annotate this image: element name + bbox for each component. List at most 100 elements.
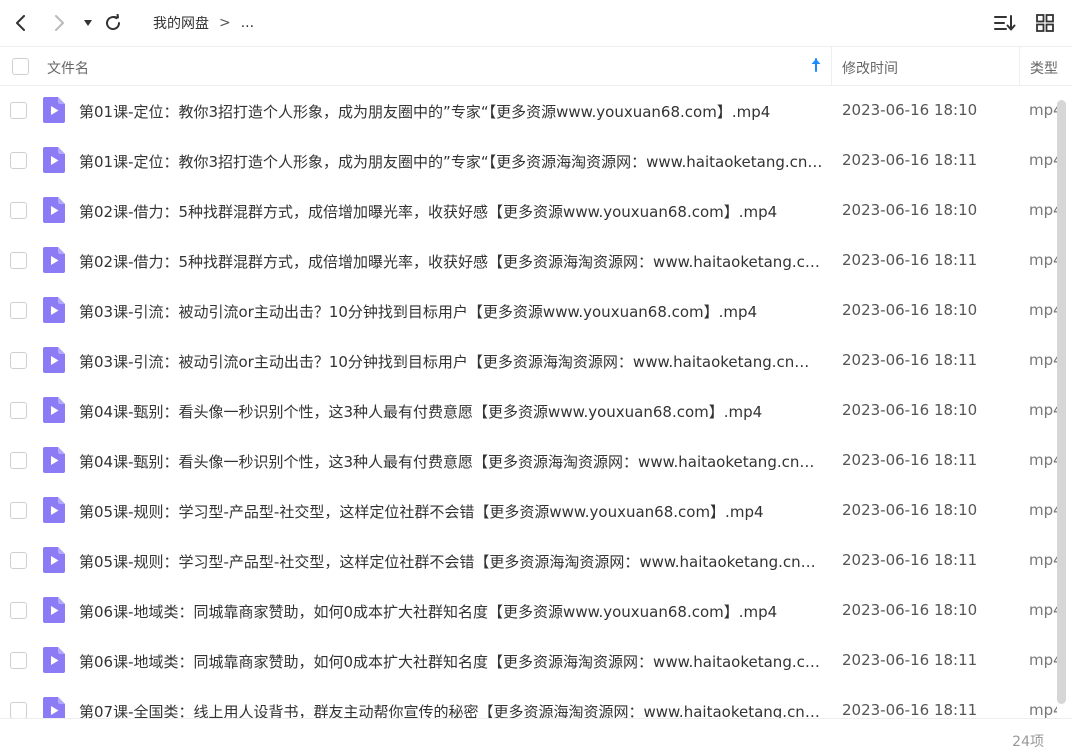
chevron-left-icon — [16, 15, 25, 31]
sort-list-icon — [994, 15, 1016, 31]
history-dropdown-button[interactable] — [77, 12, 99, 34]
row-checkbox[interactable] — [10, 402, 27, 419]
video-file-icon — [43, 297, 65, 327]
view-controls — [994, 12, 1056, 34]
file-row[interactable]: 第02课-借力：5种找群混群方式，成倍增加曝光率，收获好感【更多资源海淘资源网：… — [0, 236, 1072, 286]
file-name[interactable]: 第04课-甄别：看头像一秒识别个性，这3种人最有付费意愿【更多资源www.you… — [79, 401, 823, 422]
file-name[interactable]: 第04课-甄别：看头像一秒识别个性，这3种人最有付费意愿【更多资源海淘资源网：w… — [79, 451, 823, 472]
forward-button[interactable] — [48, 12, 70, 34]
file-row[interactable]: 第04课-甄别：看头像一秒识别个性，这3种人最有付费意愿【更多资源www.you… — [0, 386, 1072, 436]
video-file-icon — [43, 447, 65, 477]
file-modified-time: 2023-06-16 18:11 — [842, 651, 978, 669]
file-name[interactable]: 第07课-全国类：线上用人设背书，群友主动帮你宣传的秘密【更多资源海淘资源网：w… — [79, 701, 823, 718]
file-modified-time: 2023-06-16 18:10 — [842, 401, 978, 419]
row-checkbox[interactable] — [10, 602, 27, 619]
video-file-icon — [43, 697, 65, 718]
file-name[interactable]: 第06课-地域类：同城靠商家赞助，如何0成本扩大社群知名度【更多资源海淘资源网：… — [79, 651, 823, 672]
file-name[interactable]: 第05课-规则：学习型-产品型-社交型，这样定位社群不会错【更多资源www.yo… — [79, 501, 823, 522]
column-type-header[interactable]: 类型 — [1030, 58, 1058, 78]
file-row[interactable]: 第03课-引流：被动引流or主动出击？10分钟找到目标用户【更多资源海淘资源网：… — [0, 336, 1072, 386]
breadcrumb-separator: > — [219, 15, 231, 31]
row-checkbox[interactable] — [10, 652, 27, 669]
file-name[interactable]: 第02课-借力：5种找群混群方式，成倍增加曝光率，收获好感【更多资源www.yo… — [79, 201, 823, 222]
grid-view-button[interactable] — [1034, 12, 1056, 34]
file-modified-time: 2023-06-16 18:11 — [842, 351, 978, 369]
toolbar: 我的网盘 > ... — [0, 0, 1072, 46]
video-file-icon — [43, 597, 65, 627]
video-file-icon — [43, 497, 65, 527]
file-modified-time: 2023-06-16 18:11 — [842, 151, 978, 169]
video-file-icon — [43, 547, 65, 577]
row-checkbox[interactable] — [10, 502, 27, 519]
select-all-checkbox[interactable] — [12, 58, 29, 75]
video-file-icon — [43, 147, 65, 177]
video-file-icon — [43, 347, 65, 377]
row-checkbox[interactable] — [10, 102, 27, 119]
row-checkbox[interactable] — [10, 152, 27, 169]
file-modified-time: 2023-06-16 18:10 — [842, 301, 978, 319]
file-row[interactable]: 第07课-全国类：线上用人设背书，群友主动帮你宣传的秘密【更多资源海淘资源网：w… — [0, 686, 1072, 718]
breadcrumb: 我的网盘 > ... — [153, 13, 254, 33]
file-modified-time: 2023-06-16 18:10 — [842, 201, 978, 219]
vertical-scrollbar[interactable] — [1056, 100, 1068, 704]
file-type: mp4 — [1029, 401, 1057, 419]
row-checkbox[interactable] — [10, 252, 27, 269]
column-time-header[interactable]: 修改时间 — [842, 58, 898, 78]
item-count: 24项 — [1012, 734, 1044, 750]
status-bar: 24项 — [0, 718, 1072, 754]
sort-button[interactable] — [994, 12, 1016, 34]
file-row[interactable]: 第06课-地域类：同城靠商家赞助，如何0成本扩大社群知名度【更多资源www.yo… — [0, 586, 1072, 636]
file-name[interactable]: 第05课-规则：学习型-产品型-社交型，这样定位社群不会错【更多资源海淘资源网：… — [79, 551, 823, 572]
row-checkbox[interactable] — [10, 702, 27, 718]
file-modified-time: 2023-06-16 18:11 — [842, 701, 978, 718]
file-row[interactable]: 第01课-定位：教你3招打造个人形象，成为朋友圈中的”专家“【更多资源www.y… — [0, 86, 1072, 136]
file-type: mp4 — [1029, 551, 1057, 569]
file-type: mp4 — [1029, 151, 1057, 169]
file-modified-time: 2023-06-16 18:10 — [842, 501, 978, 519]
sort-ascending-icon[interactable] — [810, 57, 822, 77]
column-divider[interactable] — [831, 47, 832, 85]
caret-down-icon — [84, 20, 92, 26]
file-name[interactable]: 第06课-地域类：同城靠商家赞助，如何0成本扩大社群知名度【更多资源www.yo… — [79, 601, 823, 622]
column-divider[interactable] — [1019, 47, 1020, 85]
row-checkbox[interactable] — [10, 552, 27, 569]
scrollbar-thumb[interactable] — [1057, 100, 1066, 704]
file-row[interactable]: 第06课-地域类：同城靠商家赞助，如何0成本扩大社群知名度【更多资源海淘资源网：… — [0, 636, 1072, 686]
file-type: mp4 — [1029, 451, 1057, 469]
file-type: mp4 — [1029, 101, 1057, 119]
file-row[interactable]: 第05课-规则：学习型-产品型-社交型，这样定位社群不会错【更多资源www.yo… — [0, 486, 1072, 536]
file-list: 第01课-定位：教你3招打造个人形象，成为朋友圈中的”专家“【更多资源www.y… — [0, 86, 1072, 718]
back-button[interactable] — [10, 12, 32, 34]
file-type: mp4 — [1029, 201, 1057, 219]
file-row[interactable]: 第01课-定位：教你3招打造个人形象，成为朋友圈中的”专家“【更多资源海淘资源网… — [0, 136, 1072, 186]
row-checkbox[interactable] — [10, 202, 27, 219]
file-name[interactable]: 第01课-定位：教你3招打造个人形象，成为朋友圈中的”专家“【更多资源海淘资源网… — [79, 151, 823, 172]
row-checkbox[interactable] — [10, 352, 27, 369]
file-type: mp4 — [1029, 351, 1057, 369]
file-row[interactable]: 第05课-规则：学习型-产品型-社交型，这样定位社群不会错【更多资源海淘资源网：… — [0, 536, 1072, 586]
file-name[interactable]: 第03课-引流：被动引流or主动出击？10分钟找到目标用户【更多资源海淘资源网：… — [79, 351, 823, 372]
column-name-header[interactable]: 文件名 — [47, 58, 89, 78]
file-modified-time: 2023-06-16 18:11 — [842, 251, 978, 269]
file-modified-time: 2023-06-16 18:11 — [842, 451, 978, 469]
file-type: mp4 — [1029, 601, 1057, 619]
refresh-button[interactable] — [102, 12, 124, 34]
file-row[interactable]: 第04课-甄别：看头像一秒识别个性，这3种人最有付费意愿【更多资源海淘资源网：w… — [0, 436, 1072, 486]
video-file-icon — [43, 647, 65, 677]
row-checkbox[interactable] — [10, 302, 27, 319]
video-file-icon — [43, 197, 65, 227]
file-row[interactable]: 第03课-引流：被动引流or主动出击？10分钟找到目标用户【更多资源www.yo… — [0, 286, 1072, 336]
file-type: mp4 — [1029, 651, 1057, 669]
file-type: mp4 — [1029, 251, 1057, 269]
file-modified-time: 2023-06-16 18:11 — [842, 551, 978, 569]
file-modified-time: 2023-06-16 18:10 — [842, 101, 978, 119]
file-name[interactable]: 第02课-借力：5种找群混群方式，成倍增加曝光率，收获好感【更多资源海淘资源网：… — [79, 251, 823, 272]
file-name[interactable]: 第01课-定位：教你3招打造个人形象，成为朋友圈中的”专家“【更多资源www.y… — [79, 101, 823, 122]
file-row[interactable]: 第02课-借力：5种找群混群方式，成倍增加曝光率，收获好感【更多资源www.yo… — [0, 186, 1072, 236]
file-name[interactable]: 第03课-引流：被动引流or主动出击？10分钟找到目标用户【更多资源www.yo… — [79, 301, 823, 322]
file-type: mp4 — [1029, 701, 1057, 718]
breadcrumb-root[interactable]: 我的网盘 — [153, 13, 209, 33]
breadcrumb-current[interactable]: ... — [241, 15, 254, 31]
row-checkbox[interactable] — [10, 452, 27, 469]
video-file-icon — [43, 247, 65, 277]
